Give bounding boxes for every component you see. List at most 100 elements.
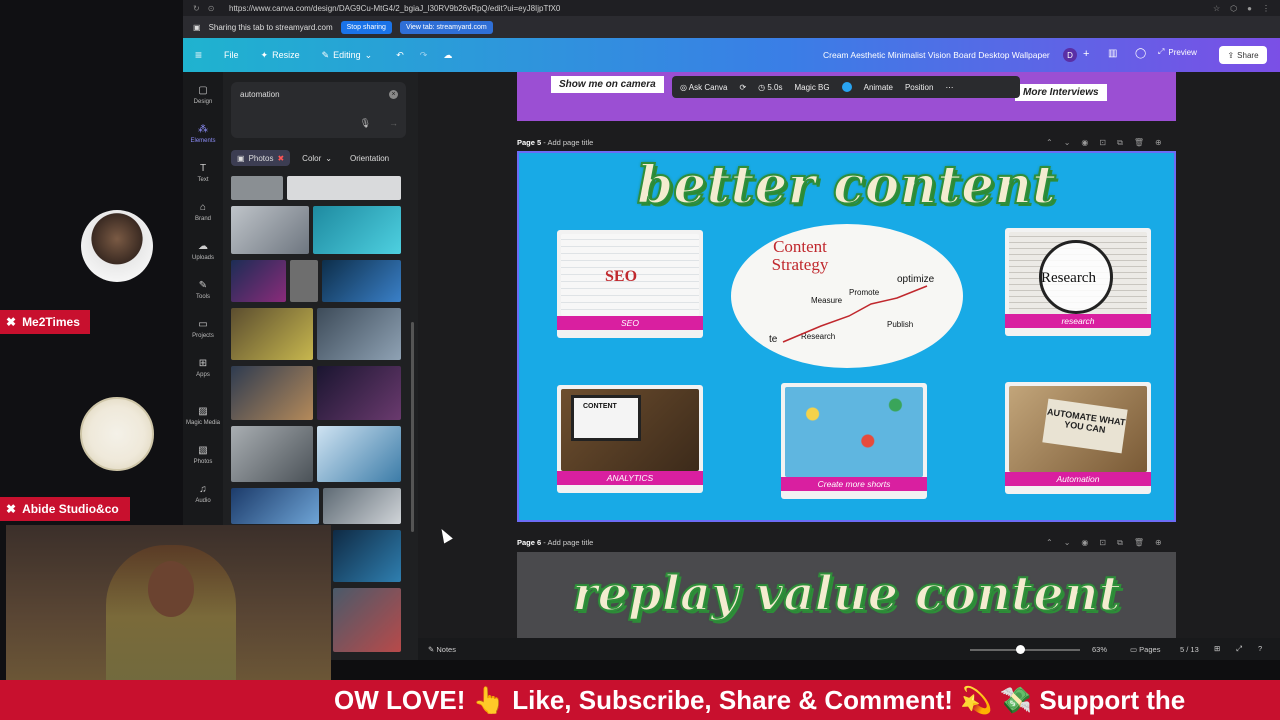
zoom-slider-handle[interactable] — [1016, 645, 1025, 654]
editing-mode-button[interactable]: ✎ Editing ⌄ — [322, 50, 373, 61]
photo-result[interactable] — [287, 176, 401, 200]
panel-scrollbar[interactable] — [411, 322, 414, 532]
photo-result[interactable] — [231, 206, 309, 254]
page-5-label[interactable]: Page 5 - Add page title — [517, 138, 593, 147]
cloud-save-icon[interactable]: ☁ — [443, 50, 452, 61]
photo-result[interactable] — [313, 206, 401, 254]
eye-icon[interactable]: ◉ — [1081, 138, 1088, 148]
help-icon[interactable]: ? — [1258, 644, 1262, 653]
content-strategy-image[interactable]: Content Strategy optimize Promote Measur… — [731, 224, 963, 368]
pages-button[interactable]: ▭ Pages — [1130, 645, 1160, 654]
microphone-icon[interactable]: 🎙 — [360, 118, 371, 129]
chevron-up-icon[interactable]: ⌃ — [1046, 138, 1053, 148]
tool-magic-media[interactable]: ▨ Magic Media — [183, 406, 223, 426]
card-automation[interactable]: AUTOMATE WHAT YOU CAN Automation — [1005, 382, 1151, 494]
page-6-title[interactable]: replay value content — [517, 565, 1176, 623]
profile-icon[interactable]: ● — [1247, 4, 1252, 13]
stop-sharing-button[interactable]: Stop sharing — [340, 20, 392, 34]
tool-apps[interactable]: ⊞ Apps — [183, 358, 223, 378]
tool-text[interactable]: T Text — [183, 163, 223, 183]
share-button[interactable]: ⇪ Share — [1219, 46, 1267, 64]
ask-canva-button[interactable]: ◎ Ask Canva — [680, 83, 727, 92]
add-page-icon[interactable]: ⊕ — [1155, 138, 1162, 148]
menu-icon[interactable]: ⋮ — [1262, 4, 1270, 13]
photo-result[interactable] — [231, 260, 286, 302]
card-seo[interactable]: SEO SEO — [557, 230, 703, 338]
eye-icon[interactable]: ◉ — [1081, 538, 1088, 548]
animate-button[interactable]: Animate — [864, 83, 893, 92]
page-6-label[interactable]: Page 6 - Add page title — [517, 538, 593, 547]
page-5-title[interactable]: better content — [519, 154, 1174, 217]
duplicate-icon[interactable]: ⧉ — [1117, 138, 1123, 148]
tool-design[interactable]: ▢ Design — [183, 85, 223, 105]
view-tab-button[interactable]: View tab: streamyard.com — [399, 20, 493, 34]
photo-result[interactable] — [323, 488, 401, 524]
tool-brand[interactable]: ⌂ Brand — [183, 202, 223, 222]
chevron-down-icon[interactable]: ⌄ — [1064, 538, 1071, 548]
undo-icon[interactable]: ↶ — [396, 50, 404, 61]
color-swatch[interactable] — [841, 82, 852, 92]
add-collaborator-icon[interactable]: + — [1083, 48, 1089, 60]
card-analytics[interactable]: CONTENT ANALYTICS — [557, 385, 703, 493]
resize-button[interactable]: ✦ Resize — [261, 50, 300, 61]
lock-icon[interactable]: ⊡ — [1099, 138, 1106, 148]
card-create-shorts[interactable]: Create more shorts — [781, 383, 927, 499]
notes-button[interactable]: ✎ Notes — [428, 645, 456, 654]
tool-photos[interactable]: ▧ Photos — [183, 445, 223, 465]
search-input[interactable]: automation × 🎙 → — [231, 82, 406, 138]
page-6-canvas[interactable]: replay value content — [517, 552, 1176, 638]
fullscreen-icon[interactable]: ⤢ — [1236, 644, 1242, 654]
trash-icon[interactable]: 🗑 — [1134, 138, 1144, 148]
clear-search-icon[interactable]: × — [389, 90, 398, 99]
file-menu[interactable]: File — [224, 50, 239, 60]
card-research[interactable]: Research research — [1005, 228, 1151, 336]
zoom-slider[interactable] — [970, 649, 1080, 651]
duration-button[interactable]: ◷ 5.0s — [758, 83, 782, 92]
document-title[interactable]: Cream Aesthetic Minimalist Vision Board … — [823, 50, 1050, 60]
main-menu-icon[interactable]: ≡ — [195, 48, 202, 62]
user-avatar[interactable]: D — [1063, 48, 1077, 62]
chevron-down-icon[interactable]: ⌄ — [1064, 138, 1071, 148]
tool-tools[interactable]: ✎ Tools — [183, 280, 223, 300]
photo-result[interactable] — [231, 176, 283, 200]
replace-icon[interactable]: ⟳ — [739, 83, 746, 92]
reload-icon[interactable]: ↻ — [193, 4, 200, 13]
bookmark-icon[interactable]: ☆ — [1213, 4, 1220, 13]
chevron-up-icon[interactable]: ⌃ — [1046, 538, 1053, 548]
add-page-title[interactable]: Add page title — [547, 538, 593, 547]
grid-view-icon[interactable]: ⊞ — [1214, 644, 1220, 653]
photo-result[interactable] — [322, 260, 401, 302]
extensions-icon[interactable]: ⬡ — [1230, 4, 1237, 13]
site-info-icon[interactable]: ⊙ — [208, 4, 215, 13]
comment-icon[interactable]: ◯ — [1135, 48, 1146, 59]
duplicate-icon[interactable]: ⧉ — [1117, 538, 1123, 548]
position-button[interactable]: Position — [905, 83, 933, 92]
photo-result[interactable] — [231, 366, 313, 420]
photo-result[interactable] — [231, 488, 319, 524]
chip-color[interactable]: Color ⌄ — [296, 150, 338, 166]
preview-button[interactable]: ⤢ Preview — [1158, 47, 1197, 57]
tool-elements[interactable]: ⁂ Elements — [183, 124, 223, 144]
photo-result[interactable] — [290, 260, 318, 302]
chip-orientation[interactable]: Orientation — [344, 150, 395, 166]
photo-result[interactable] — [333, 530, 401, 582]
lock-icon[interactable]: ⊡ — [1099, 538, 1106, 548]
redo-icon[interactable]: ↷ — [420, 50, 428, 61]
tool-audio[interactable]: ♫ Audio — [183, 484, 223, 504]
photo-result[interactable] — [317, 426, 401, 482]
insights-icon[interactable]: ▥ — [1108, 48, 1117, 59]
photo-result[interactable] — [317, 366, 401, 420]
photo-result[interactable] — [317, 308, 401, 360]
more-options-icon[interactable]: ⋯ — [945, 83, 953, 92]
add-page-icon[interactable]: ⊕ — [1155, 538, 1162, 548]
remove-filter-icon[interactable]: ✖ — [277, 154, 284, 163]
tool-uploads[interactable]: ☁ Uploads — [183, 241, 223, 261]
trash-icon[interactable]: 🗑 — [1134, 538, 1144, 548]
photo-result[interactable] — [231, 426, 313, 482]
url-field[interactable]: https://www.canva.com/design/DAG9Cu-MtG4… — [221, 4, 1213, 13]
photo-result[interactable] — [333, 588, 401, 652]
tool-projects[interactable]: ▭ Projects — [183, 319, 223, 339]
add-page-title[interactable]: Add page title — [547, 138, 593, 147]
magic-bg-button[interactable]: Magic BG — [794, 83, 829, 92]
arrow-right-icon[interactable]: → — [389, 118, 398, 128]
